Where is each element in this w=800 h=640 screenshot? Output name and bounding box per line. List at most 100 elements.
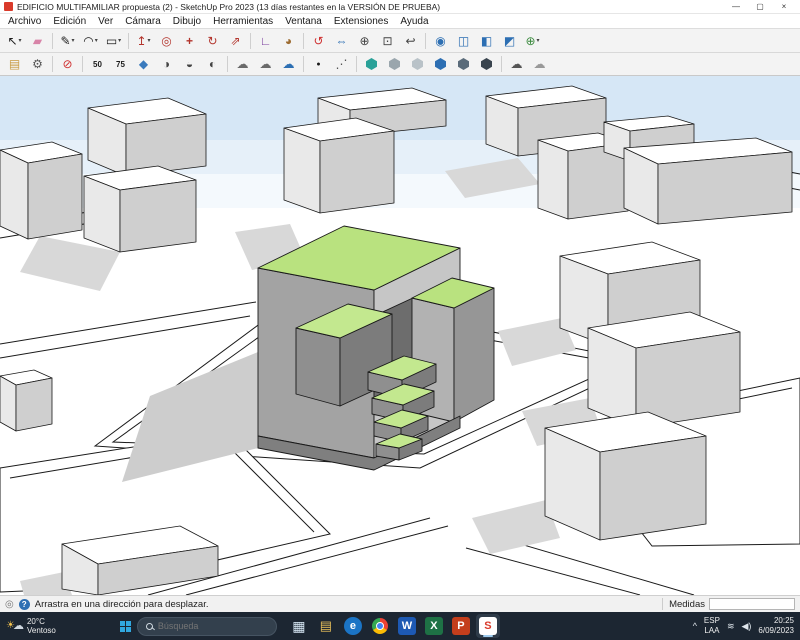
shadows-toggle-icon[interactable]: ◩ — [498, 30, 521, 51]
cloud-upload-icon[interactable]: ☁ — [254, 54, 277, 75]
tray-chevron-icon[interactable]: ^ — [693, 621, 697, 632]
orbit-tool-icon[interactable]: ↺ — [307, 30, 330, 51]
taskbar-app-sketchup[interactable]: S — [476, 614, 500, 638]
opacity-50-icon[interactable]: 50 — [86, 54, 109, 75]
sphere-shade-icon[interactable]: ◐ — [201, 54, 224, 75]
tape-measure-tool-icon[interactable]: ∟ — [254, 30, 277, 51]
context-building — [545, 412, 706, 540]
word-icon: W — [398, 617, 416, 635]
toolbar-separator — [356, 56, 357, 72]
taskbar-app-chrome[interactable] — [368, 614, 392, 638]
opacity-75-icon[interactable]: 75 — [109, 54, 132, 75]
extension-warehouse-icon[interactable]: ⊕▾ — [521, 30, 544, 51]
menu-bar: Archivo Edición Ver Cámara Dibujo Herram… — [0, 14, 800, 29]
rotate-tool-icon[interactable]: ↻ — [201, 30, 224, 51]
zoom-tool-icon[interactable]: ⊕ — [353, 30, 376, 51]
menu-ver[interactable]: Ver — [92, 14, 119, 28]
menu-archivo[interactable]: Archivo — [2, 14, 47, 28]
section-plane-icon[interactable]: ◫ — [452, 30, 475, 51]
push-pull-tool-icon[interactable]: ↥▾ — [132, 30, 155, 51]
close-button[interactable]: × — [772, 0, 796, 13]
help-icon[interactable]: ? — [19, 599, 30, 610]
menu-ventana[interactable]: Ventana — [279, 14, 328, 28]
toolbar-separator — [250, 33, 251, 49]
taskbar-app-word[interactable]: W — [395, 614, 419, 638]
taskbar-app-edge[interactable]: e — [341, 614, 365, 638]
arc-tool-icon[interactable]: ◠▾ — [79, 30, 102, 51]
zoom-extents-icon[interactable]: ⊡ — [376, 30, 399, 51]
cloud-download-icon[interactable]: ☁ — [231, 54, 254, 75]
shapes-tool-icon[interactable]: ▭▾ — [102, 30, 125, 51]
offset-tool-icon[interactable]: ◎ — [155, 30, 178, 51]
guide-dashed-icon[interactable]: ⋰ — [330, 54, 353, 75]
viewport-scene[interactable] — [0, 76, 800, 595]
eraser-tool-icon[interactable]: ▰ — [26, 30, 49, 51]
hexagon-outline-icon-1[interactable] — [383, 54, 406, 75]
contrast-icon[interactable]: ◑ — [155, 54, 178, 75]
cloud-rain-icon[interactable]: ☁ — [505, 54, 528, 75]
wifi-icon[interactable]: ≋ — [727, 621, 735, 632]
hexagon-teal-icon[interactable] — [360, 54, 383, 75]
settings-gear-icon[interactable]: ⚙ — [26, 54, 49, 75]
search-input[interactable] — [158, 621, 268, 631]
powerpoint-icon: P — [452, 617, 470, 635]
taskbar-app-excel[interactable]: X — [422, 614, 446, 638]
taskbar-apps: ▦ ▤ e W X P S — [287, 614, 500, 638]
taskbar-app-task-view[interactable]: ▦ — [287, 614, 311, 638]
push-pull-glyph: ↥ — [136, 34, 146, 48]
hexagon-slate-icon[interactable] — [452, 54, 475, 75]
proposal-wing-wall — [454, 288, 494, 422]
cloud-outline-icon[interactable]: ☁ — [528, 54, 551, 75]
select-tool-icon[interactable]: ↖▾ — [3, 30, 26, 51]
language-bottom: LAA — [704, 626, 720, 636]
position-camera-icon[interactable]: ◉ — [429, 30, 452, 51]
point-tool-icon[interactable]: ● — [307, 54, 330, 75]
menu-camara[interactable]: Cámara — [119, 14, 167, 28]
menu-dibujo[interactable]: Dibujo — [167, 14, 207, 28]
hexagon-shape — [366, 58, 377, 70]
menu-edicion[interactable]: Edición — [47, 14, 92, 28]
context-building — [0, 142, 82, 239]
maximize-button[interactable]: ▢ — [748, 0, 772, 13]
clock-date: 6/09/2023 — [758, 626, 794, 636]
language-top: ESP — [704, 616, 720, 626]
geolocation-icon[interactable]: ◎ — [5, 599, 14, 610]
taskbar-app-powerpoint[interactable]: P — [449, 614, 473, 638]
paint-bucket-tool-icon[interactable]: ◕ — [277, 30, 300, 51]
pencil-tool-icon[interactable]: ✎▾ — [56, 30, 79, 51]
measurements-input[interactable] — [709, 598, 795, 610]
taskbar-search[interactable] — [137, 617, 277, 636]
minimize-button[interactable]: — — [724, 0, 748, 13]
toolbar-primary: ↖▾ ▰ ✎▾ ◠▾ ▭▾ ↥▾ ◎ + ↻ ⇗ ∟ ◕ ↺ ⇔ ⊕ ⊡ ↩ ◉… — [0, 29, 800, 53]
hexagon-blue-icon[interactable] — [429, 54, 452, 75]
dropdown-caret-icon: ▾ — [19, 37, 22, 44]
open-file-icon[interactable]: ▤ — [3, 54, 26, 75]
hexagon-dark-icon[interactable] — [475, 54, 498, 75]
toolbar-separator — [52, 33, 53, 49]
cloud-sync-icon[interactable]: ☁ — [277, 54, 300, 75]
hexagon-outline-icon-2[interactable] — [406, 54, 429, 75]
model-3d-viewport[interactable] — [0, 76, 800, 595]
windows-taskbar: ☀ ☁ 20°C Ventoso ▦ ▤ e W X P S — [0, 612, 800, 640]
menu-ayuda[interactable]: Ayuda — [394, 14, 434, 28]
pan-tool-icon[interactable]: ⇔ — [330, 30, 353, 51]
move-tool-icon[interactable]: + — [178, 30, 201, 51]
taskbar-app-file-explorer[interactable]: ▤ — [314, 614, 338, 638]
disable-tool-icon[interactable]: ⊘ — [56, 54, 79, 75]
previous-view-icon[interactable]: ↩ — [399, 30, 422, 51]
taskbar-clock[interactable]: 20:25 6/09/2023 — [758, 616, 794, 635]
water-drop-icon[interactable]: ◆ — [132, 54, 155, 75]
weather-widget[interactable]: ☀ ☁ 20°C Ventoso — [6, 617, 56, 635]
weather-temp: 20°C — [27, 617, 56, 626]
styles-icon[interactable]: ◧ — [475, 30, 498, 51]
scale-tool-icon[interactable]: ⇗ — [224, 30, 247, 51]
volume-icon[interactable]: ◀) — [741, 621, 751, 632]
toolbar-separator — [82, 56, 83, 72]
status-hint: Arrastra en una dirección para desplazar… — [35, 599, 209, 610]
language-indicator[interactable]: ESP LAA — [704, 616, 720, 635]
menu-herramientas[interactable]: Herramientas — [207, 14, 279, 28]
menu-extensiones[interactable]: Extensiones — [328, 14, 394, 28]
status-bar: ◎ ? Arrastra en una dirección para despl… — [0, 595, 800, 612]
start-button[interactable] — [120, 621, 131, 632]
texture-icon[interactable]: ◒ — [178, 54, 201, 75]
